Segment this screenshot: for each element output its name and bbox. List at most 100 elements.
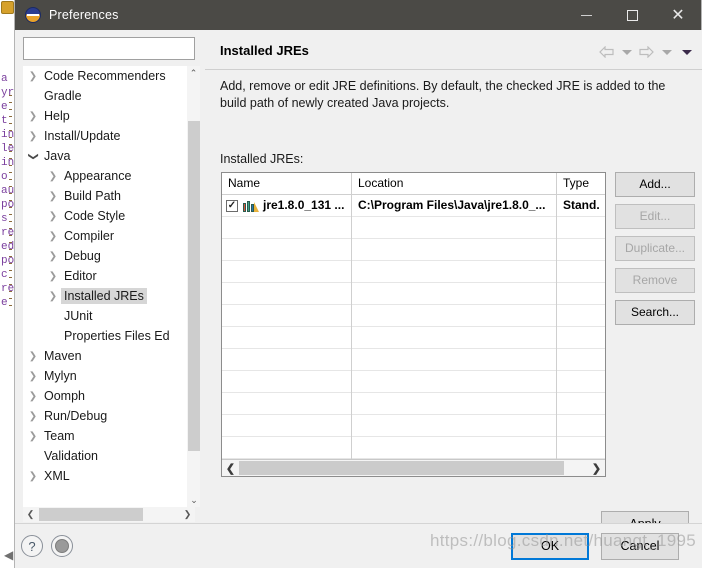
- table-empty-row[interactable]: [222, 239, 605, 261]
- column-header-type[interactable]: Type: [557, 173, 605, 194]
- back-menu-chevron-down-icon[interactable]: [618, 43, 635, 61]
- table-horizontal-scrollbar[interactable]: ❮ ❯: [222, 459, 605, 476]
- table-empty-row[interactable]: [222, 371, 605, 393]
- page-nav-icons: [598, 43, 695, 61]
- sidebar-item-debug[interactable]: ❯ Debug: [23, 246, 181, 266]
- cell-name[interactable]: jre1.8.0_131 ...: [222, 194, 352, 217]
- filter-input[interactable]: [23, 37, 195, 60]
- back-arrow-icon[interactable]: [598, 43, 615, 61]
- chevron-right-icon[interactable]: ❯: [25, 351, 41, 362]
- table-empty-row[interactable]: [222, 437, 605, 459]
- chevron-right-icon[interactable]: ❯: [45, 231, 61, 242]
- sidebar-item-team[interactable]: ❯ Team: [23, 426, 181, 446]
- sidebar-item-label: Team: [44, 429, 75, 443]
- jre-checkbox[interactable]: [226, 199, 238, 212]
- chevron-right-icon[interactable]: ❯: [25, 371, 41, 382]
- sidebar-item-junit[interactable]: JUnit: [23, 306, 181, 326]
- chevron-right-icon[interactable]: ❯: [25, 131, 41, 142]
- sidebar-item-editor[interactable]: ❯ Editor: [23, 266, 181, 286]
- table-empty-row[interactable]: [222, 283, 605, 305]
- chevron-right-icon[interactable]: ❯: [25, 411, 41, 422]
- forward-menu-chevron-down-icon[interactable]: [658, 43, 675, 61]
- sidebar-item-appearance[interactable]: ❯ Appearance: [23, 166, 181, 186]
- scroll-up-icon[interactable]: ⌃: [187, 66, 200, 80]
- table-empty-cell: [557, 393, 605, 415]
- column-header-name[interactable]: Name: [222, 173, 352, 194]
- edit-button: Edit...: [615, 204, 695, 229]
- table-empty-row[interactable]: [222, 261, 605, 283]
- table-empty-row[interactable]: [222, 415, 605, 437]
- close-button[interactable]: ✕: [655, 0, 701, 30]
- table-hscroll-thumb[interactable]: [239, 461, 564, 475]
- dialog-body: ❯ Code Recommenders Gradle ❯ Help ❯ Install/Up…: [15, 30, 702, 538]
- tree-vscroll-thumb[interactable]: [188, 121, 200, 451]
- chevron-right-icon[interactable]: ❯: [45, 211, 61, 222]
- scroll-left-icon[interactable]: ❮: [23, 507, 38, 522]
- tree-vertical-scrollbar[interactable]: ⌃ ⌄: [186, 66, 200, 507]
- table-empty-cell: [352, 261, 557, 283]
- sidebar-item-label: Gradle: [44, 89, 82, 103]
- table-empty-row[interactable]: [222, 217, 605, 239]
- window-title: Preferences: [49, 8, 119, 22]
- column-header-location[interactable]: Location: [352, 173, 557, 194]
- installed-jres-table[interactable]: Name Location Type jre1.8.0_131 ... C:\P…: [221, 172, 606, 477]
- sidebar-item-xml[interactable]: ❯ XML: [23, 466, 181, 486]
- table-row[interactable]: jre1.8.0_131 ... C:\Program Files\Java\j…: [222, 194, 605, 217]
- preferences-tree[interactable]: ❯ Code Recommenders Gradle ❯ Help ❯ Install/Up…: [23, 66, 195, 507]
- sidebar-item-compiler[interactable]: ❯ Compiler: [23, 226, 181, 246]
- sidebar-item-label: Help: [44, 109, 70, 123]
- scroll-right-icon[interactable]: ❯: [180, 507, 195, 522]
- chevron-right-icon[interactable]: ❯: [25, 71, 41, 82]
- minimize-button[interactable]: [563, 0, 609, 30]
- sidebar-item-help[interactable]: ❯ Help: [23, 106, 181, 126]
- table-scroll-left-icon[interactable]: ❮: [222, 460, 239, 476]
- ok-button[interactable]: OK: [511, 533, 589, 560]
- record-button-icon[interactable]: [51, 535, 73, 557]
- add-button[interactable]: Add...: [615, 172, 695, 197]
- table-empty-cell: [352, 305, 557, 327]
- tree-horizontal-scrollbar[interactable]: ❮ ❯: [23, 507, 195, 522]
- chevron-right-icon[interactable]: ❯: [45, 271, 61, 282]
- chevron-right-icon[interactable]: ❯: [45, 251, 61, 262]
- sidebar-item-code-recommenders[interactable]: ❯ Code Recommenders: [23, 66, 181, 86]
- chevron-right-icon[interactable]: ❯: [45, 171, 61, 182]
- table-empty-cell: [557, 239, 605, 261]
- sidebar-item-label: Java: [44, 149, 71, 163]
- sidebar-item-oomph[interactable]: ❯ Oomph: [23, 386, 181, 406]
- sidebar-item-validation[interactable]: Validation: [23, 446, 181, 466]
- tree-hscroll-thumb[interactable]: [39, 508, 143, 521]
- table-empty-row[interactable]: [222, 305, 605, 327]
- more-menu-chevron-down-icon[interactable]: [678, 43, 695, 61]
- chevron-right-icon[interactable]: ❯: [25, 111, 41, 122]
- table-empty-row[interactable]: [222, 349, 605, 371]
- chevron-down-icon[interactable]: ❯: [28, 148, 39, 164]
- sidebar-item-run-debug[interactable]: ❯ Run/Debug: [23, 406, 181, 426]
- sidebar-item-installed-jres[interactable]: ❯ Installed JREs: [23, 286, 181, 306]
- table-scroll-right-icon[interactable]: ❯: [588, 460, 605, 476]
- sidebar-item-label: Maven: [44, 349, 82, 363]
- cancel-button[interactable]: Cancel: [601, 533, 679, 560]
- sidebar-item-java[interactable]: ❯ Java: [23, 146, 181, 166]
- table-empty-row[interactable]: [222, 327, 605, 349]
- chevron-right-icon[interactable]: ❯: [25, 471, 41, 482]
- chevron-right-icon[interactable]: ❯: [25, 431, 41, 442]
- chevron-right-icon[interactable]: ❯: [45, 191, 61, 202]
- maximize-button[interactable]: [609, 0, 655, 30]
- table-empty-cell: [222, 371, 352, 393]
- scroll-down-icon[interactable]: ⌄: [187, 493, 201, 507]
- sidebar-item-install-update[interactable]: ❯ Install/Update: [23, 126, 181, 146]
- chevron-right-icon[interactable]: ❯: [25, 391, 41, 402]
- forward-arrow-icon[interactable]: [638, 43, 655, 61]
- chevron-right-icon[interactable]: ❯: [45, 291, 61, 302]
- sidebar-item-maven[interactable]: ❯ Maven: [23, 346, 181, 366]
- search-button[interactable]: Search...: [615, 300, 695, 325]
- page-description: Add, remove or edit JRE definitions. By …: [220, 79, 666, 110]
- table-empty-row[interactable]: [222, 393, 605, 415]
- sidebar-item-mylyn[interactable]: ❯ Mylyn: [23, 366, 181, 386]
- help-icon[interactable]: ?: [21, 535, 43, 557]
- sidebar-item-code-style[interactable]: ❯ Code Style: [23, 206, 181, 226]
- sidebar-item-build-path[interactable]: ❯ Build Path: [23, 186, 181, 206]
- sidebar-item-gradle[interactable]: Gradle: [23, 86, 181, 106]
- table-empty-cell: [222, 305, 352, 327]
- sidebar-item-properties-files-ed[interactable]: Properties Files Ed: [23, 326, 181, 346]
